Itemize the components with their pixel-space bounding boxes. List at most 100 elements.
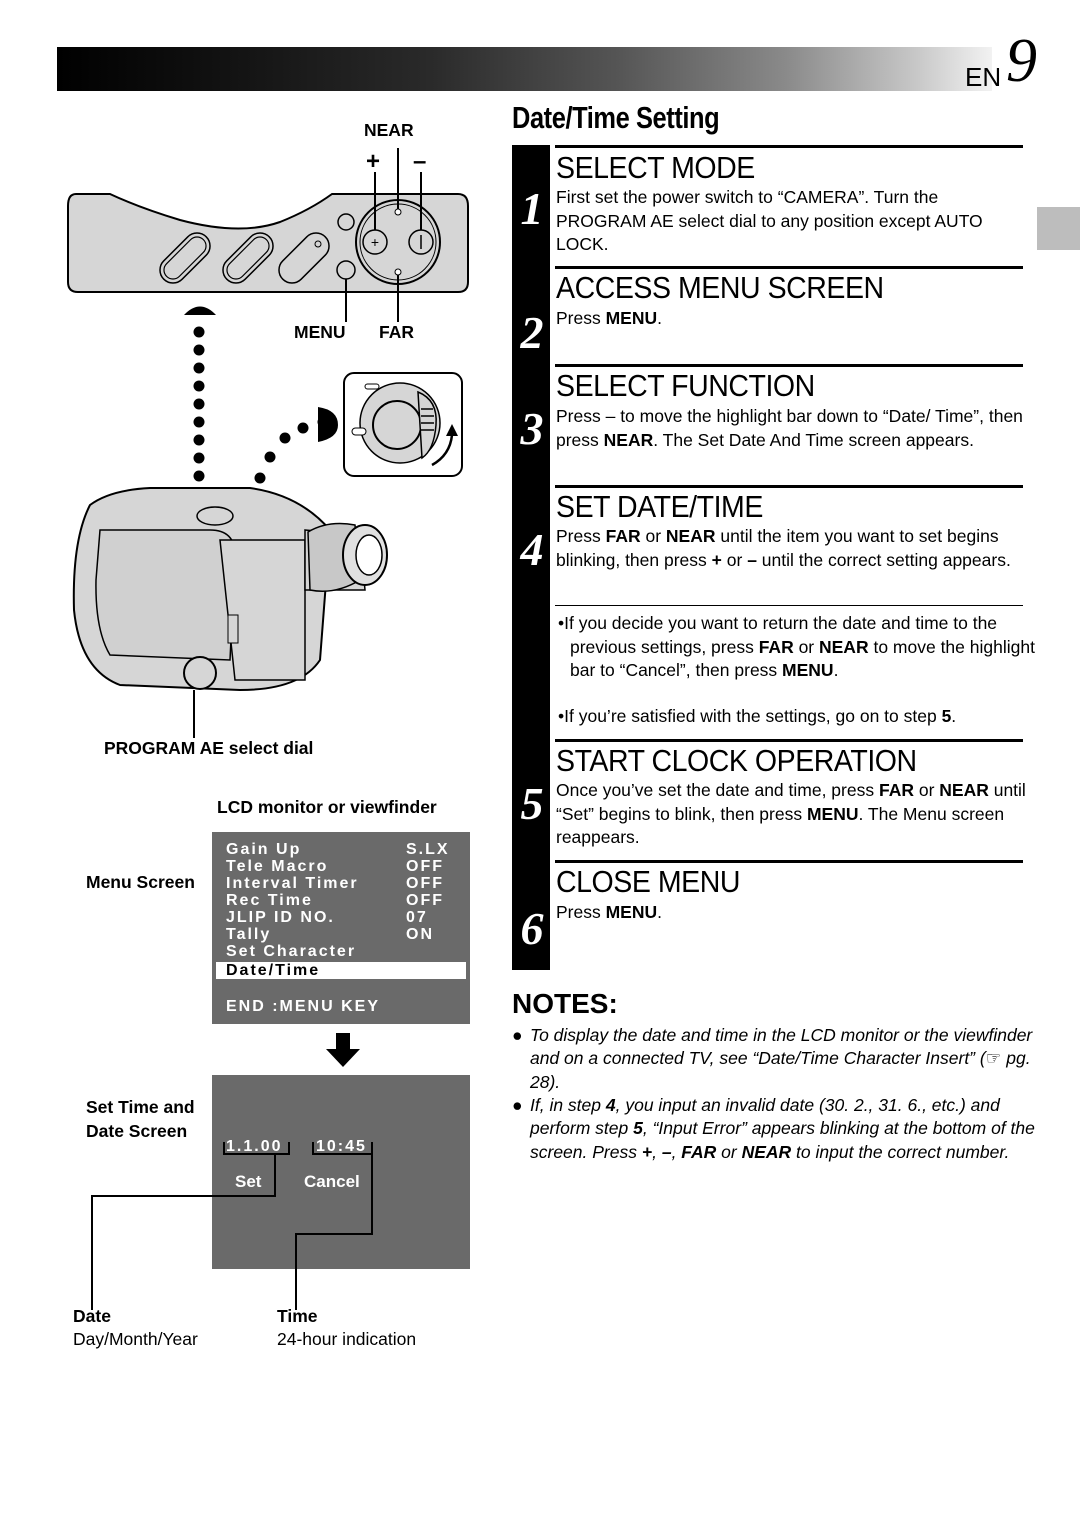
page-title: Date/Time Setting xyxy=(512,100,720,135)
minus-label: – xyxy=(413,148,427,175)
step-1-number: 1 xyxy=(520,183,544,234)
minus-key-ref: – xyxy=(747,549,757,570)
step-ref: 5 xyxy=(941,706,952,726)
plus-label: + xyxy=(366,148,381,175)
menu-key-ref: MENU xyxy=(605,902,658,922)
date-format-caption: Day/Month/Year xyxy=(73,1329,198,1349)
step-divider xyxy=(555,860,1023,863)
menu-row: Tele Macro OFF xyxy=(226,858,466,875)
menu-button-icon xyxy=(336,260,356,280)
plus-key-ref: + xyxy=(641,1141,653,1162)
menu-row-value: OFF xyxy=(406,858,444,875)
text: . xyxy=(657,902,663,922)
text: . xyxy=(657,308,663,328)
step-divider xyxy=(555,266,1023,269)
sub-divider xyxy=(555,605,1023,606)
text: Press xyxy=(556,308,606,328)
text: To display the date and time in the LCD … xyxy=(530,1025,1033,1069)
step-4-number: 4 xyxy=(520,524,544,575)
near-key-ref: NEAR xyxy=(665,526,716,546)
menu-row-label: Tele Macro xyxy=(226,858,329,875)
menu-row: Set Character xyxy=(226,943,466,960)
step-4-heading: SET DATE/TIME xyxy=(556,489,763,524)
text: Press xyxy=(556,902,606,922)
step-divider xyxy=(555,485,1023,488)
dotted-arrow-up-icon xyxy=(184,306,216,500)
menu-footer: END :MENU KEY xyxy=(226,998,381,1015)
minus-key-ref: – xyxy=(661,1141,672,1162)
menu-row-label: Rec Time xyxy=(226,892,313,909)
step-2-body: Press MENU. xyxy=(556,307,1026,331)
menu-row-value: 07 xyxy=(406,909,428,926)
text: •If you’re satisfied with the settings, … xyxy=(558,706,942,726)
menu-row: Gain Up S.LX xyxy=(226,841,466,858)
text: or xyxy=(721,549,748,570)
plus-key-ref: + xyxy=(711,549,722,570)
step-ref: 5 xyxy=(633,1118,643,1139)
text: or xyxy=(913,780,940,800)
pointing-hand-icon: ☞ xyxy=(985,1048,1002,1069)
step-6-heading: CLOSE MENU xyxy=(556,864,740,899)
text: , xyxy=(652,1141,662,1162)
text: until the correct setting appears. xyxy=(756,549,1011,570)
menu-row-label: Tally xyxy=(226,926,272,943)
menu-row-label: Date/Time xyxy=(226,962,321,979)
text: . The Set Date And Time screen appears. xyxy=(653,429,974,450)
near-key-ref: NEAR xyxy=(819,636,869,657)
text: , xyxy=(671,1141,682,1162)
step-4-bullet: •If you decide you want to return the da… xyxy=(558,612,1036,683)
text: If, in step xyxy=(530,1095,606,1115)
menu-row: Tally ON xyxy=(226,926,466,943)
text: Press xyxy=(556,526,606,546)
step-1-body: First set the power switch to “CAMERA”. … xyxy=(556,187,983,254)
step-5-heading: START CLOCK OPERATION xyxy=(556,743,917,778)
near-key-ref: NEAR xyxy=(741,1141,792,1162)
step-2-number: 2 xyxy=(520,307,544,358)
menu-key-ref: MENU xyxy=(806,803,859,824)
svg-text:+: + xyxy=(371,234,379,250)
text: or xyxy=(793,636,819,657)
near-key-ref: NEAR xyxy=(603,429,654,450)
language-label: EN xyxy=(965,62,1002,92)
time-caption: Time xyxy=(277,1306,318,1326)
far-key-ref: FAR xyxy=(681,1141,717,1162)
date-caption: Date xyxy=(73,1306,111,1326)
time-format-caption: 24-hour indication xyxy=(277,1329,417,1349)
dial-knob-icon xyxy=(183,656,217,690)
step-2-heading: ACCESS MENU SCREEN xyxy=(556,270,884,305)
menu-row: Rec Time OFF xyxy=(226,892,466,909)
step-divider xyxy=(555,739,1023,742)
callout-lines xyxy=(91,1142,373,1310)
step-6-body: Press MENU. xyxy=(556,901,1026,925)
bullet-dot-icon: ● xyxy=(512,1025,523,1045)
menu-row-value: ON xyxy=(406,926,434,943)
far-key-ref: FAR xyxy=(605,526,641,546)
far-key-ref: FAR xyxy=(758,636,794,657)
far-label: FAR xyxy=(379,322,414,342)
step-5-body: Once you’ve set the date and time, press… xyxy=(556,779,1026,850)
note-item: ● To display the date and time in the LCD… xyxy=(512,1024,1040,1094)
arrow-down-icon xyxy=(326,1033,360,1067)
lcd-monitor-label: LCD monitor or viewfinder xyxy=(217,797,437,817)
menu-row: JLIP ID NO. 07 xyxy=(226,909,466,926)
menu-row-label: JLIP ID NO. xyxy=(226,909,335,926)
camcorder-body-icon xyxy=(72,487,388,738)
text: . xyxy=(833,660,839,680)
step-4-body: Press FAR or NEAR until the item you wan… xyxy=(556,525,1026,572)
step-1-heading: SELECT MODE xyxy=(556,150,755,185)
menu-row-value: S.LX xyxy=(406,841,450,858)
menu-row: Interval Timer OFF xyxy=(226,875,466,892)
menu-row-value: OFF xyxy=(406,875,444,892)
step-6-number: 6 xyxy=(520,903,544,954)
notes-heading: NOTES: xyxy=(512,988,618,1019)
menu-row-value: OFF xyxy=(406,892,444,909)
step-5-number: 5 xyxy=(520,778,544,829)
menu-screen: Gain Up S.LX Tele Macro OFF Interval Timer… xyxy=(212,832,470,1024)
set-screen-label: Set Time and xyxy=(86,1097,195,1117)
step-divider xyxy=(555,364,1023,367)
menu-key-ref: MENU xyxy=(782,660,834,680)
menu-screen-label: Menu Screen xyxy=(86,872,195,892)
step-3-heading: SELECT FUNCTION xyxy=(556,368,815,403)
step-3-number: 3 xyxy=(520,403,544,454)
text: . xyxy=(951,706,957,726)
